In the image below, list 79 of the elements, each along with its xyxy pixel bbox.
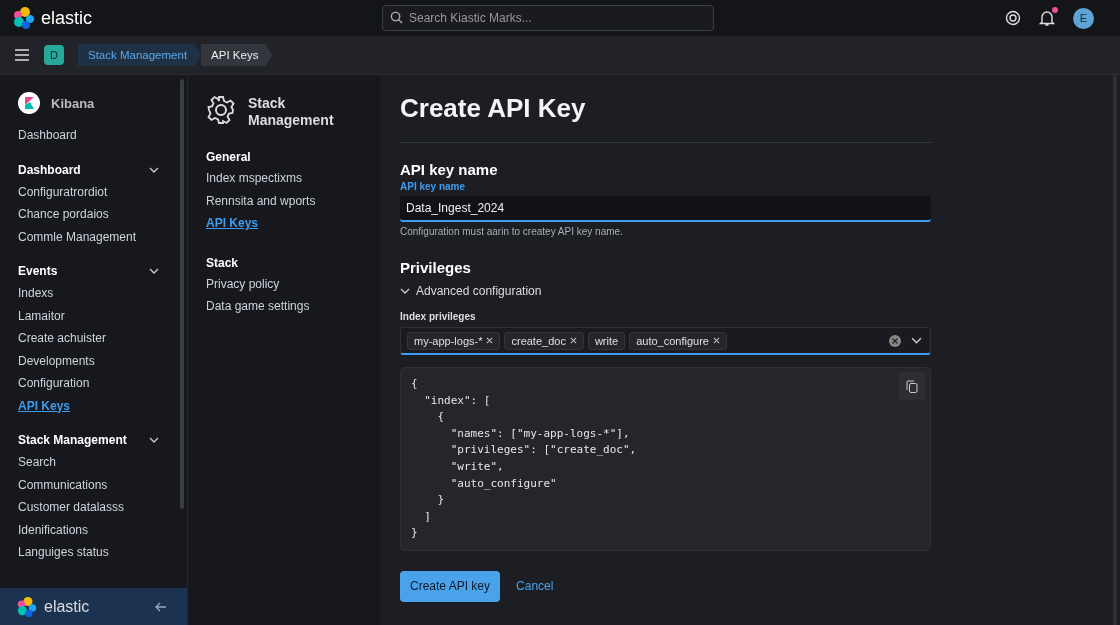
code-line: "privileges": ["create_doc", [449, 442, 637, 459]
section-heading: General [206, 149, 252, 166]
copy-icon [906, 379, 918, 393]
sidebar-item[interactable]: Search [18, 451, 169, 474]
kibana-logo-icon [18, 92, 40, 114]
sidebar-group-header[interactable]: Events [18, 260, 169, 282]
help-icon[interactable] [1005, 10, 1021, 26]
caret-icon[interactable] [911, 335, 922, 346]
sidebar-item[interactable]: Chance pordaios [18, 203, 169, 226]
sidebar-item[interactable]: Indexs [18, 282, 169, 305]
sidebar-item[interactable]: Idenifications [18, 518, 169, 541]
remove-icon[interactable] [712, 337, 720, 344]
sidebar-item[interactable]: Developments [18, 349, 169, 372]
code-line: { [436, 409, 445, 426]
sidebar-item[interactable]: Commle Management [18, 225, 169, 248]
sidebar-item[interactable]: Lamaitor [18, 304, 169, 327]
user-avatar[interactable]: E [1073, 7, 1094, 29]
sidebar-item[interactable]: Customer datalasss [18, 496, 169, 519]
remove-icon[interactable] [486, 337, 494, 344]
privilege-chip[interactable]: write [587, 331, 626, 350]
breadcrumb[interactable]: Stack Management [78, 44, 202, 66]
section-heading: Privileges [400, 259, 472, 276]
sidebar-item[interactable]: API Keys [18, 394, 169, 417]
menu-icon[interactable] [14, 48, 30, 62]
nav-link[interactable]: Privacy policy [206, 272, 362, 295]
sidebar-item[interactable]: Configuration [18, 372, 169, 395]
code-line: "names": ["my-app-logs-*"], [449, 425, 630, 442]
privilege-chip[interactable]: my-app-logs-* [407, 331, 501, 350]
code-line: } [436, 492, 445, 509]
space-badge[interactable]: D [44, 45, 64, 65]
clear-icon[interactable] [889, 334, 901, 347]
api-key-name-field[interactable]: Data_Ingest_2024 [400, 196, 931, 222]
sidebar-item[interactable]: Dashboard [18, 124, 169, 147]
field-label: API key name [400, 181, 467, 192]
create-button[interactable]: Create API key [400, 570, 501, 602]
section-heading: API key name [400, 161, 499, 178]
code-line: ] [423, 508, 431, 525]
breadcrumb[interactable]: API Keys [201, 44, 273, 66]
elastic-logo-icon [16, 595, 38, 618]
sidebar-item[interactable]: Create achuister [18, 327, 169, 350]
nav-link[interactable]: API Keys [206, 212, 362, 235]
sidebar-group-header[interactable]: Stack Management [18, 429, 169, 451]
code-line: { [411, 376, 418, 392]
privileges-combo-box[interactable]: my-app-logs-* create_doc write auto_configure [400, 327, 931, 355]
code-line: "write", [449, 458, 504, 475]
privilege-chip[interactable]: create_doc [504, 331, 584, 350]
search-icon [390, 11, 403, 24]
sidebar-item[interactable]: Languiges status [18, 541, 169, 564]
sidebar-group-header[interactable]: Dashboard [18, 158, 169, 181]
nav-link[interactable]: Index mspectixms [206, 167, 362, 190]
brand-name: elastic [44, 597, 90, 616]
brand-name: elastic [41, 7, 93, 29]
nav-link[interactable]: Rennsita and wports [206, 189, 362, 212]
gear-icon [206, 95, 236, 125]
elastic-logo-icon [12, 6, 36, 30]
chevron-icon [400, 286, 410, 296]
nav-link[interactable]: Data game settings [206, 295, 362, 318]
chevron-icon [149, 266, 159, 276]
section-heading: Stack [206, 254, 240, 272]
scrollbar[interactable] [180, 79, 184, 509]
advanced-toggle[interactable]: Advanced configuration [400, 284, 542, 298]
sidebar-item[interactable]: Communications [18, 473, 169, 496]
privilege-chip[interactable]: auto_configure [629, 331, 727, 350]
section-title: Stack Management [248, 95, 335, 129]
chevron-icon [149, 435, 159, 445]
field-label: Index privileges [400, 311, 477, 322]
app-name: Kibana [51, 95, 95, 111]
sidebar-item[interactable]: Configuratrordiot [18, 180, 169, 203]
help-text: Configuration must aarin to createy API key name. [400, 226, 624, 237]
code-line: } [411, 525, 418, 542]
page-title: Create API Key [400, 93, 932, 143]
code-line: "index": [ [423, 392, 491, 409]
cancel-link[interactable]: Cancel [506, 579, 564, 594]
collapse-icon[interactable] [155, 601, 167, 612]
bell-icon[interactable] [1039, 9, 1055, 27]
remove-icon[interactable] [569, 337, 577, 344]
code-line: "auto_configure" [449, 475, 557, 492]
search-field[interactable]: Search Kiastic Marks... [382, 5, 714, 31]
copy-button[interactable] [898, 372, 926, 400]
